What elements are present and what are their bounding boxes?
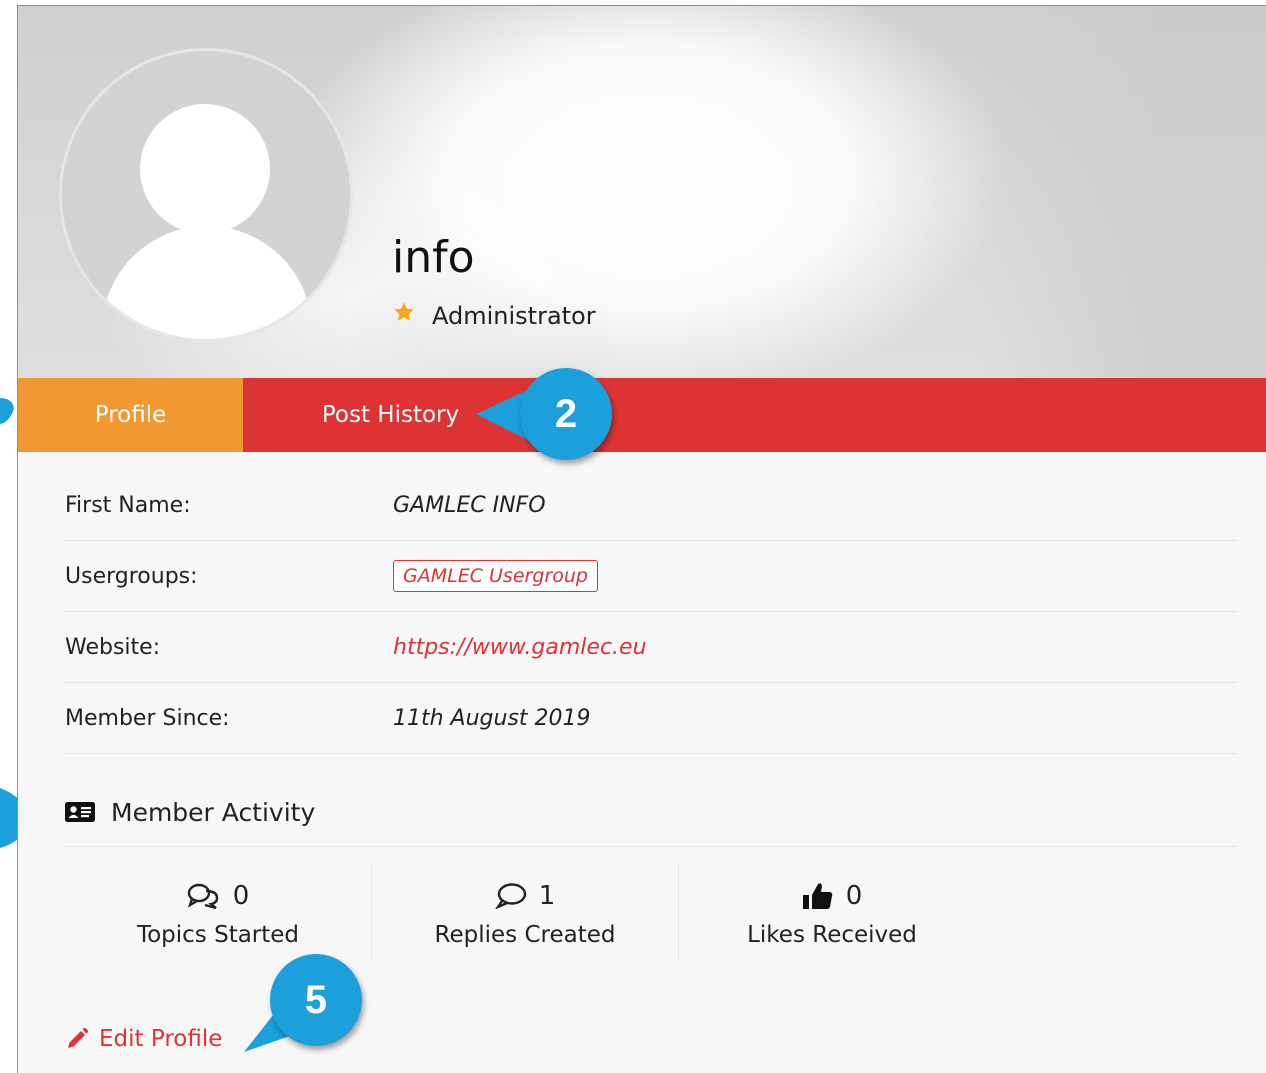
- display-name: info: [392, 232, 475, 283]
- tab-label: Post History: [321, 402, 460, 428]
- id-card-icon: [65, 802, 95, 822]
- callout-number: 5: [270, 954, 362, 1046]
- field-label: Member Since:: [65, 705, 230, 731]
- edit-profile-label: Edit Profile: [99, 1026, 223, 1052]
- avatar: [59, 48, 353, 342]
- callout-2: 2: [474, 366, 619, 466]
- field-value: 11th August 2019: [393, 705, 591, 731]
- field-row: First Name: GAMLEC INFO: [65, 470, 1237, 541]
- tab-label: Profile: [94, 402, 167, 428]
- discussions-icon: [187, 883, 218, 909]
- star-icon: [392, 300, 418, 331]
- website-link[interactable]: https://www.gamlec.eu: [393, 635, 647, 660]
- stat-label: Likes Received: [747, 922, 917, 948]
- stat-count: 0: [232, 881, 250, 911]
- field-label: Usergroups:: [65, 563, 198, 589]
- callout-number: 2: [520, 368, 612, 460]
- member-activity-title: Member Activity: [111, 797, 316, 827]
- stat-likes-received: 0 Likes Received: [679, 864, 985, 960]
- stat-label: Replies Created: [434, 922, 616, 948]
- field-row: Member Since: 11th August 2019: [65, 683, 1237, 754]
- field-label: First Name:: [65, 492, 191, 518]
- profile-tabs: Profile Post History: [18, 378, 1266, 452]
- profile-card: info Administrator Profile Post History …: [17, 5, 1266, 1073]
- role-row: Administrator: [392, 300, 596, 331]
- member-activity-header: Member Activity: [65, 778, 1237, 847]
- pencil-icon: [68, 1027, 89, 1048]
- stat-label: Topics Started: [136, 922, 300, 948]
- stat-replies-created: 1 Replies Created: [372, 864, 679, 960]
- usergroup-badge[interactable]: GAMLEC Usergroup: [393, 560, 598, 592]
- field-row: Usergroups: GAMLEC Usergroup: [65, 541, 1237, 612]
- stat-count: 0: [845, 881, 863, 911]
- comment-icon: [494, 883, 526, 909]
- profile-fields: First Name: GAMLEC INFO Usergroups: GAML…: [65, 470, 1237, 754]
- cover-image: info Administrator: [18, 6, 1266, 378]
- activity-stats: 0 Topics Started 1 Replies Created 0 Lik…: [65, 864, 985, 960]
- role-label: Administrator: [432, 301, 596, 330]
- field-value: GAMLEC INFO: [393, 492, 546, 518]
- stat-count: 1: [538, 881, 556, 911]
- thumbs-up-icon: [802, 883, 832, 909]
- field-row: Website: https://www.gamlec.eu: [65, 612, 1237, 683]
- field-label: Website:: [65, 634, 161, 660]
- tab-profile[interactable]: Profile: [18, 378, 243, 452]
- edit-profile-link[interactable]: Edit Profile: [65, 1026, 222, 1052]
- stat-topics-started: 0 Topics Started: [65, 864, 372, 960]
- callout-5: 5: [240, 952, 370, 1057]
